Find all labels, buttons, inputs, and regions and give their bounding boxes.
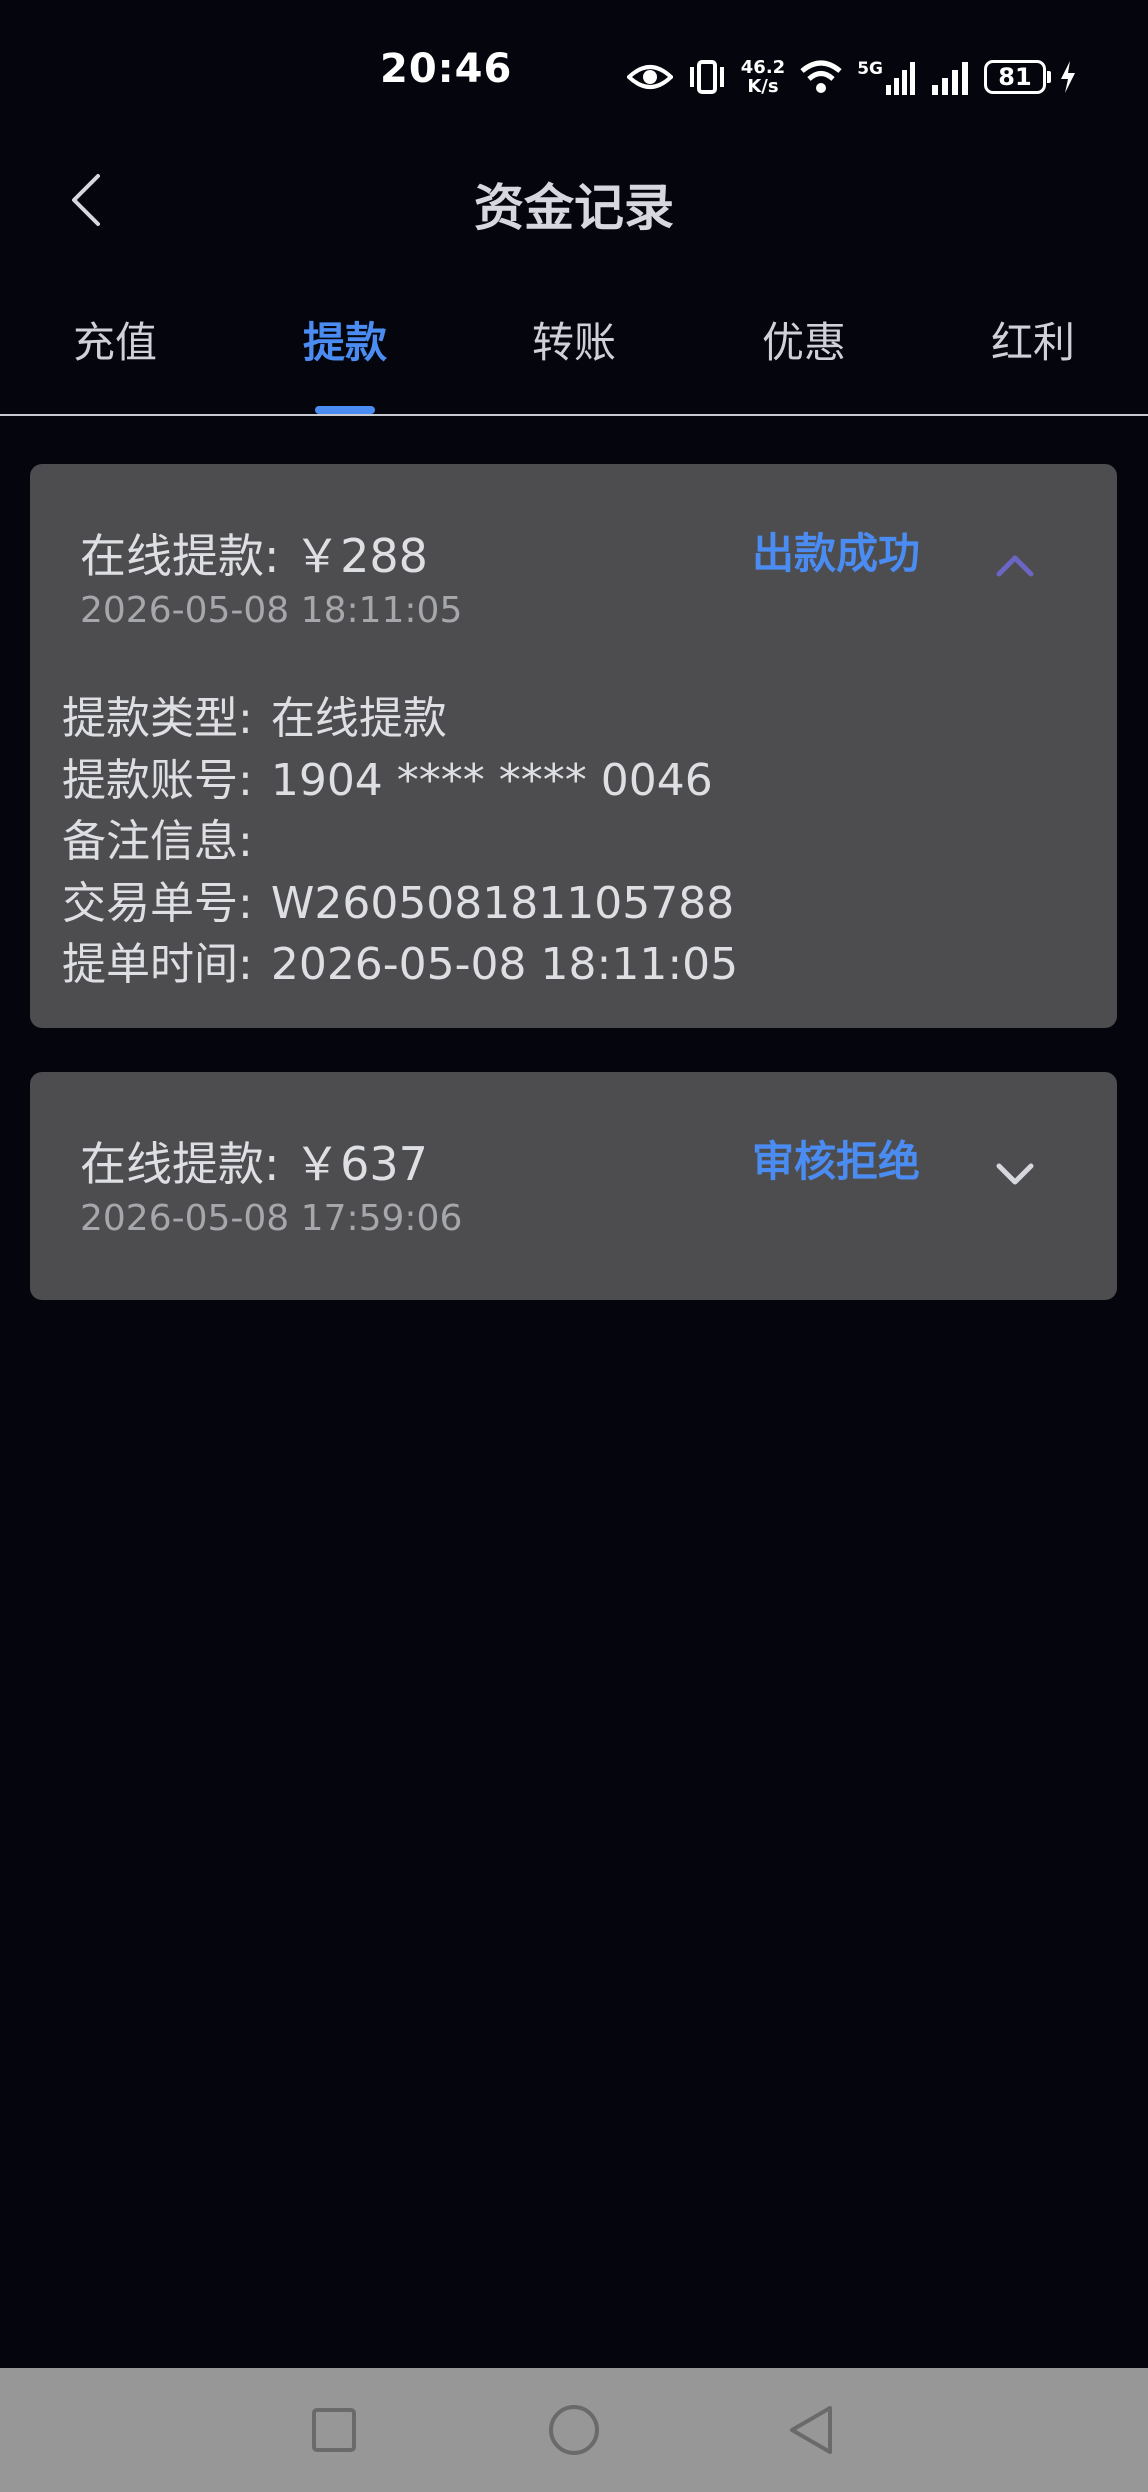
- detail-row: 提款账号: 1904 **** **** 0046: [62, 750, 738, 812]
- header: 资金记录: [0, 150, 1148, 250]
- tab-withdrawal[interactable]: 提款: [230, 300, 460, 414]
- chevron-down-icon[interactable]: [993, 1158, 1037, 1188]
- record-status: 出款成功: [751, 529, 920, 578]
- tab-label: 提款: [302, 318, 387, 367]
- tab-label: 红利: [990, 318, 1075, 367]
- home-icon[interactable]: [544, 2400, 604, 2460]
- status-time: 20:46: [380, 46, 513, 92]
- vibrate-icon: [689, 60, 724, 94]
- detail-label: 提单时间:: [62, 939, 253, 990]
- detail-label: 交易单号:: [62, 877, 253, 929]
- recent-apps-icon[interactable]: [304, 2400, 364, 2460]
- signal-icon: [932, 62, 968, 95]
- record-card[interactable]: 在线提款: ￥288 2026-05-08 18:11:05 出款成功 提款类型…: [30, 464, 1117, 1028]
- tab-promotion[interactable]: 优惠: [689, 300, 919, 414]
- battery-icon: 81: [984, 60, 1051, 94]
- eye-icon: [626, 65, 673, 89]
- detail-value: 2026-05-08 18:11:05: [270, 939, 739, 990]
- status-bar: 20:46 46.2 K/s 5G 81: [0, 0, 1148, 150]
- back-icon[interactable]: [782, 2400, 842, 2460]
- signal-5g-icon: 5G: [857, 59, 916, 95]
- detail-label: 提款账号:: [62, 754, 253, 806]
- tab-label: 充值: [72, 318, 157, 367]
- net-speed-unit: K/s: [747, 76, 779, 97]
- status-icons: 46.2 K/s 5G 81: [626, 52, 1076, 102]
- record-date: 2026-05-08 18:11:05: [80, 590, 463, 631]
- tab-label: 优惠: [761, 318, 846, 367]
- tab-transfer[interactable]: 转账: [459, 300, 689, 414]
- page-title: 资金记录: [474, 179, 674, 237]
- detail-row: 提单时间: 2026-05-08 18:11:05: [62, 934, 738, 996]
- charging-icon: [1061, 61, 1075, 93]
- system-nav-bar: [0, 2368, 1148, 2492]
- signal-5g-label: 5G: [857, 59, 883, 79]
- detail-value: 在线提款: [270, 693, 447, 744]
- tab-bonus[interactable]: 红利: [918, 300, 1148, 414]
- detail-label: 备注信息:: [62, 816, 253, 867]
- record-title: 在线提款: ￥637: [80, 1137, 428, 1191]
- tab-label: 转账: [531, 318, 616, 367]
- detail-value: 1904 **** **** 0046: [270, 754, 713, 806]
- active-tab-indicator: [315, 406, 375, 414]
- record-card[interactable]: 在线提款: ￥637 2026-05-08 17:59:06 审核拒绝: [30, 1072, 1117, 1300]
- tab-deposit[interactable]: 充值: [0, 300, 230, 414]
- chevron-up-icon[interactable]: [993, 550, 1037, 580]
- detail-row: 交易单号: W260508181105788: [62, 873, 738, 935]
- net-speed-value: 46.2: [740, 57, 786, 78]
- record-date: 2026-05-08 17:59:06: [80, 1198, 463, 1239]
- detail-value: W260508181105788: [270, 877, 735, 929]
- tab-bar: 充值 提款 转账 优惠 红利: [0, 300, 1148, 416]
- record-details: 提款类型: 在线提款 提款账号: 1904 **** **** 0046 备注信息:…: [62, 688, 738, 996]
- detail-label: 提款类型:: [62, 693, 253, 744]
- detail-row: 备注信息:: [62, 811, 738, 873]
- record-status: 审核拒绝: [751, 1137, 920, 1186]
- wifi-icon: [800, 60, 842, 93]
- detail-row: 提款类型: 在线提款: [62, 688, 738, 750]
- record-title: 在线提款: ￥288: [80, 529, 428, 583]
- net-speed: 46.2 K/s: [741, 58, 785, 96]
- battery-level: 81: [998, 63, 1032, 91]
